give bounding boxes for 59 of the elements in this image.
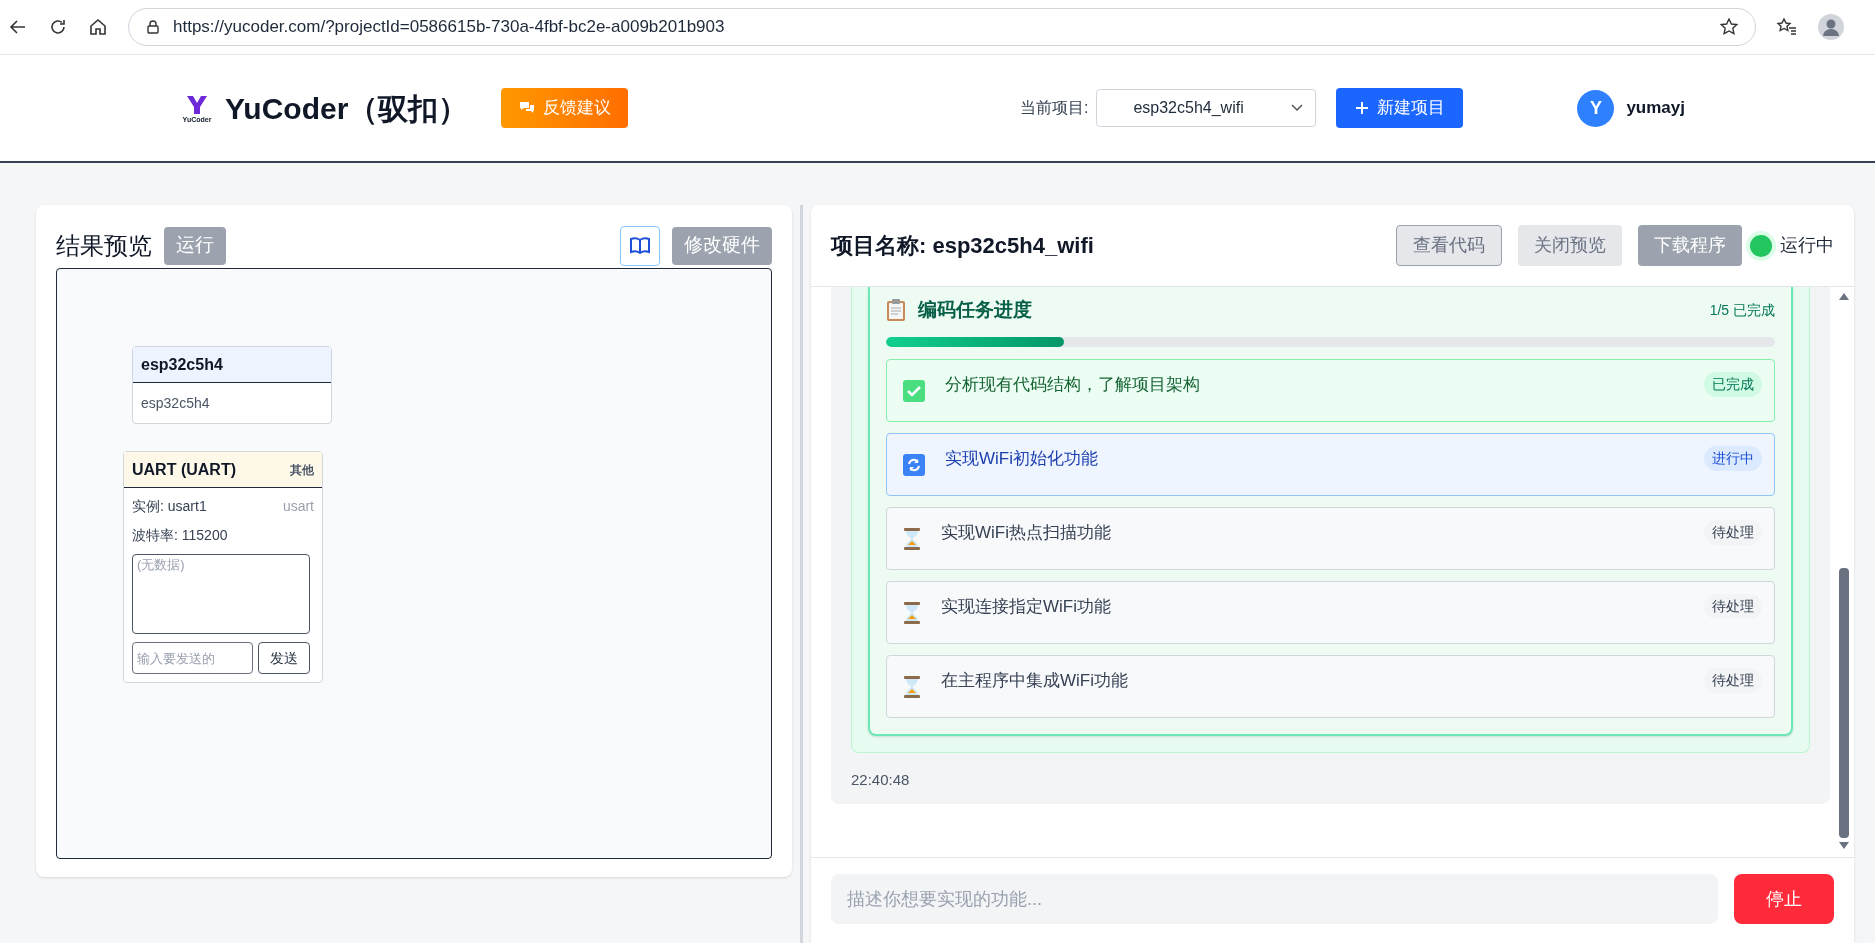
task-text: 在主程序中集成WiFi功能 bbox=[941, 670, 1129, 692]
refresh-icon bbox=[903, 453, 925, 476]
scrollbar[interactable] bbox=[1838, 293, 1850, 849]
book-button[interactable] bbox=[620, 225, 660, 266]
card-title: esp32c5h4 bbox=[133, 347, 331, 383]
status-badge: 待处理 bbox=[1704, 668, 1762, 693]
card-text: esp32c5h4 bbox=[140, 393, 211, 413]
favorites-icon[interactable] bbox=[1776, 17, 1798, 37]
baud-text: 波特率: 115200 bbox=[131, 526, 229, 545]
user-avatar[interactable]: Y bbox=[1577, 89, 1615, 127]
project-label: 当前项目: bbox=[1019, 98, 1089, 118]
hourglass-icon bbox=[903, 600, 921, 625]
toolbar-button[interactable]: 关闭预览 bbox=[1518, 225, 1622, 266]
status-badge: 已完成 bbox=[1704, 372, 1762, 397]
lock-icon bbox=[145, 19, 161, 35]
user-name[interactable]: yumayj bbox=[1626, 95, 1685, 121]
book-icon bbox=[629, 236, 651, 255]
toolbar-button[interactable]: 下载程序 bbox=[1638, 225, 1742, 266]
feedback-button[interactable]: 反馈建议 bbox=[501, 88, 629, 128]
new-project-button[interactable]: 新建项目 bbox=[1336, 88, 1464, 128]
status-badge: 待处理 bbox=[1704, 594, 1762, 619]
check-icon bbox=[903, 379, 925, 402]
task-text: 实现WiFi热点扫描功能 bbox=[941, 522, 1112, 544]
project-select[interactable]: esp32c5h4_wifi bbox=[1096, 89, 1317, 127]
category-label: 其他 bbox=[290, 461, 314, 479]
url-text: https://yucoder.com/?projectId=0586615b-730a-4fbf-bc2e-a009b201b903 bbox=[173, 16, 726, 39]
task-text: 实现连接指定WiFi功能 bbox=[941, 596, 1112, 618]
profile-icon[interactable] bbox=[1818, 14, 1844, 40]
plus-icon bbox=[1354, 101, 1369, 115]
message-input[interactable]: 输入要发送的 bbox=[132, 642, 253, 674]
task-title: 编码任务进度 bbox=[918, 297, 1033, 322]
status-label: 运行中 bbox=[1780, 234, 1834, 257]
brand-title: YuCoder（驭扣） bbox=[225, 90, 469, 127]
task-count: 1/5 已完成 bbox=[1709, 300, 1775, 320]
refresh-icon[interactable] bbox=[48, 17, 68, 37]
panel-title: 结果预览 bbox=[56, 230, 152, 261]
chat-icon bbox=[518, 101, 535, 115]
output-field[interactable]: (无数据) bbox=[132, 554, 310, 634]
message-field[interactable]: 描述你想要实现的功能... bbox=[831, 874, 1718, 924]
hourglass-icon bbox=[903, 674, 921, 699]
instance-text: 实例: usart1 bbox=[132, 497, 207, 516]
hourglass-icon bbox=[903, 526, 921, 551]
project-title: 项目名称: esp32c5h4_wifi bbox=[831, 232, 1095, 260]
toolbar-button[interactable]: 查看代码 bbox=[1396, 225, 1502, 266]
status-badge: 进行中 bbox=[1704, 446, 1762, 471]
task-text: 实现WiFi初始化功能 bbox=[945, 448, 1099, 470]
home-icon[interactable] bbox=[88, 17, 108, 37]
address-bar[interactable]: https://yucoder.com/?projectId=0586615b-730a-4fbf-bc2e-a009b201b903 bbox=[128, 8, 1756, 46]
status-badge: 待处理 bbox=[1704, 520, 1762, 545]
chevron-down-icon bbox=[1291, 104, 1304, 112]
stop-button[interactable]: 停止 bbox=[1734, 874, 1834, 924]
task-text: 分析现有代码结构，了解项目架构 bbox=[945, 374, 1201, 396]
type-text: usart bbox=[282, 497, 314, 516]
card-title: UART (UART) bbox=[132, 459, 236, 480]
logo-icon bbox=[185, 93, 209, 116]
star-icon[interactable] bbox=[1719, 17, 1739, 37]
clipboard-icon bbox=[886, 298, 906, 322]
message-time: 22:40:48 bbox=[851, 770, 911, 790]
send-button[interactable]: 发送 bbox=[258, 642, 310, 674]
